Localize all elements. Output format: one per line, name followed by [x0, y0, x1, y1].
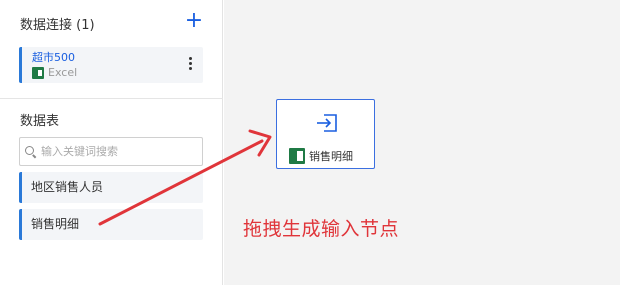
- excel-icon: [289, 148, 305, 164]
- tables-title: 数据表: [20, 114, 60, 129]
- divider: [0, 98, 223, 99]
- connections-title: 数据连接 (1): [20, 18, 95, 33]
- table-search[interactable]: [19, 137, 203, 166]
- search-icon: [25, 145, 37, 158]
- connection-type-label: Excel: [48, 66, 78, 79]
- canvas[interactable]: 销售明细: [224, 0, 620, 285]
- more-options-icon[interactable]: [187, 57, 193, 73]
- sidebar: 数据连接 (1) + 超市500 Excel 数据表 地区销售人员 销售明细: [0, 0, 223, 285]
- connection-card[interactable]: 超市500 Excel: [19, 47, 203, 83]
- node-label: 销售明细: [309, 150, 353, 163]
- table-item-region-sales[interactable]: 地区销售人员: [19, 172, 203, 203]
- input-node[interactable]: 销售明细: [276, 99, 375, 169]
- add-connection-button[interactable]: +: [184, 10, 204, 32]
- search-input[interactable]: [41, 145, 191, 158]
- table-item-sales-detail[interactable]: 销售明细: [19, 209, 203, 240]
- annotation-text: 拖拽生成输入节点: [243, 218, 400, 240]
- connection-name: 超市500: [32, 51, 75, 64]
- import-icon: [317, 114, 337, 132]
- node-label-row: 销售明细: [289, 148, 353, 164]
- connection-type: Excel: [32, 66, 77, 79]
- excel-icon: [32, 66, 44, 79]
